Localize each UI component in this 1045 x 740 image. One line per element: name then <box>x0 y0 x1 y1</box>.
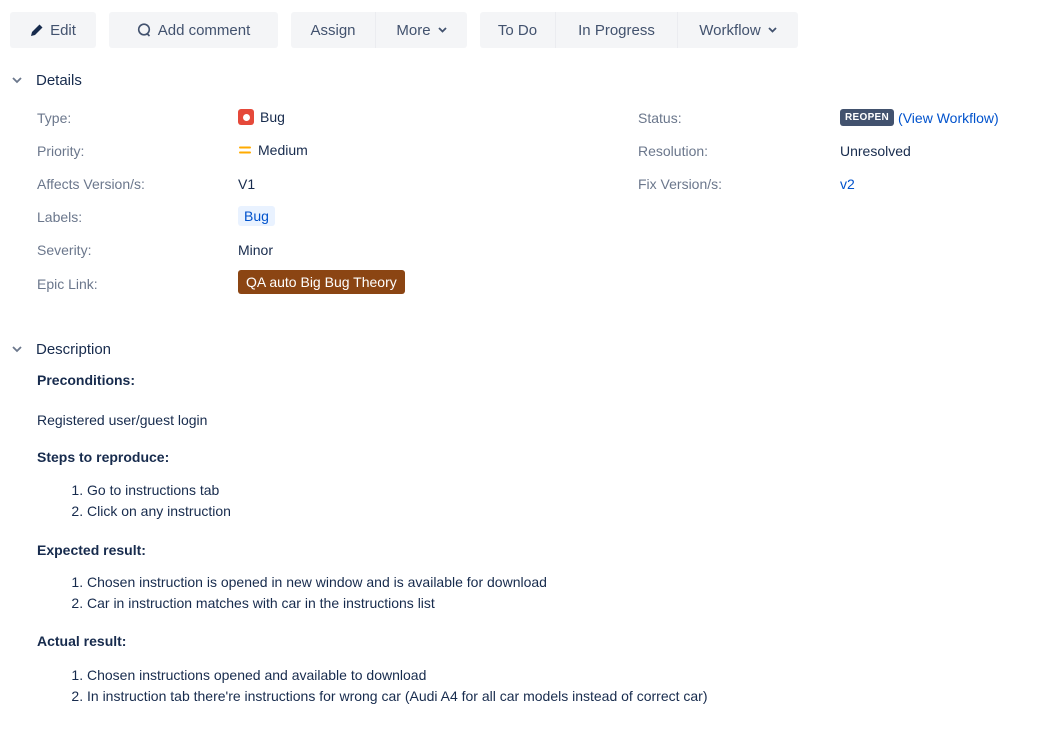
epic-link-chip[interactable]: QA auto Big Bug Theory <box>238 270 405 294</box>
in-progress-button[interactable]: In Progress <box>555 12 677 48</box>
add-comment-label: Add comment <box>157 21 251 39</box>
edit-label: Edit <box>50 21 76 39</box>
chevron-down-icon <box>437 27 447 33</box>
edit-group: Edit <box>10 12 96 48</box>
workflow-button[interactable]: Workflow <box>677 12 798 48</box>
severity-label: Severity: <box>37 242 92 258</box>
details-toggle[interactable]: Details <box>12 72 82 89</box>
workflow-label: Workflow <box>699 21 761 39</box>
expected-list: Chosen instruction is opened in new wind… <box>37 572 1027 614</box>
to-do-label: To Do <box>497 21 538 39</box>
description-body: Preconditions: Registered user/guest log… <box>37 370 1027 707</box>
list-item: In instruction tab there're instructions… <box>87 686 1027 707</box>
comment-group: Add comment <box>109 12 278 48</box>
epic-link-label: Epic Link: <box>37 276 98 292</box>
list-item: Car in instruction matches with car in t… <box>87 593 1027 614</box>
preconditions-text: Registered user/guest login <box>37 412 208 428</box>
medium-priority-icon <box>238 145 252 155</box>
expected-title: Expected result: <box>37 542 146 558</box>
assign-more-group: Assign More <box>291 12 467 48</box>
view-workflow-link[interactable]: (View Workflow) <box>898 110 999 126</box>
list-item: Chosen instructions opened and available… <box>87 665 1027 686</box>
fix-version-label: Fix Version/s: <box>638 176 723 192</box>
list-item: Click on any instruction <box>87 501 1027 522</box>
priority-text: Medium <box>258 142 308 158</box>
bug-type-icon <box>238 109 254 125</box>
resolution-value: Unresolved <box>840 143 911 159</box>
steps-title: Steps to reproduce: <box>37 449 170 465</box>
status-badge: REOPEN <box>840 109 895 126</box>
epic-link-value: QA auto Big Bug Theory <box>238 270 405 294</box>
list-item: Go to instructions tab <box>87 480 1027 501</box>
chevron-down-icon <box>768 27 777 33</box>
assign-label: Assign <box>310 21 356 39</box>
more-button[interactable]: More <box>375 12 467 48</box>
actual-list: Chosen instructions opened and available… <box>37 665 1027 707</box>
priority-label: Priority: <box>37 143 85 159</box>
actual-title: Actual result: <box>37 633 127 649</box>
preconditions-title: Preconditions: <box>37 372 136 388</box>
details-heading: Details <box>36 72 82 89</box>
type-label: Type: <box>37 110 72 126</box>
pencil-icon <box>30 23 44 37</box>
severity-value: Minor <box>238 242 274 258</box>
more-label: More <box>396 21 431 39</box>
labels-value: Bug <box>238 206 275 226</box>
type-text: Bug <box>260 109 285 125</box>
steps-list: Go to instructions tab Click on any inst… <box>37 480 1027 522</box>
in-progress-label: In Progress <box>578 21 655 39</box>
affects-version-value: V1 <box>238 176 256 192</box>
description-heading: Description <box>36 341 112 358</box>
to-do-button[interactable]: To Do <box>480 12 555 48</box>
affects-version-label: Affects Version/s: <box>37 176 145 192</box>
chevron-down-icon <box>12 346 26 353</box>
type-value: Bug <box>238 109 285 125</box>
add-comment-button[interactable]: Add comment <box>109 12 278 48</box>
edit-button[interactable]: Edit <box>10 12 96 48</box>
label-chip-bug[interactable]: Bug <box>238 206 275 226</box>
list-item: Chosen instruction is opened in new wind… <box>87 572 1027 593</box>
priority-value: Medium <box>238 142 308 158</box>
description-toggle[interactable]: Description <box>12 341 111 358</box>
comment-icon <box>137 23 152 37</box>
chevron-down-icon <box>12 77 26 84</box>
issue-toolbar: Edit Add comment Assign More To Do In Pr… <box>10 12 811 48</box>
fix-version-link[interactable]: v2 <box>840 176 855 192</box>
resolution-label: Resolution: <box>638 143 709 159</box>
workflow-group: To Do In Progress Workflow <box>480 12 798 48</box>
assign-button[interactable]: Assign <box>291 12 375 48</box>
status-value: REOPEN (View Workflow) <box>840 109 999 126</box>
labels-label: Labels: <box>37 209 83 225</box>
status-label: Status: <box>638 110 682 126</box>
